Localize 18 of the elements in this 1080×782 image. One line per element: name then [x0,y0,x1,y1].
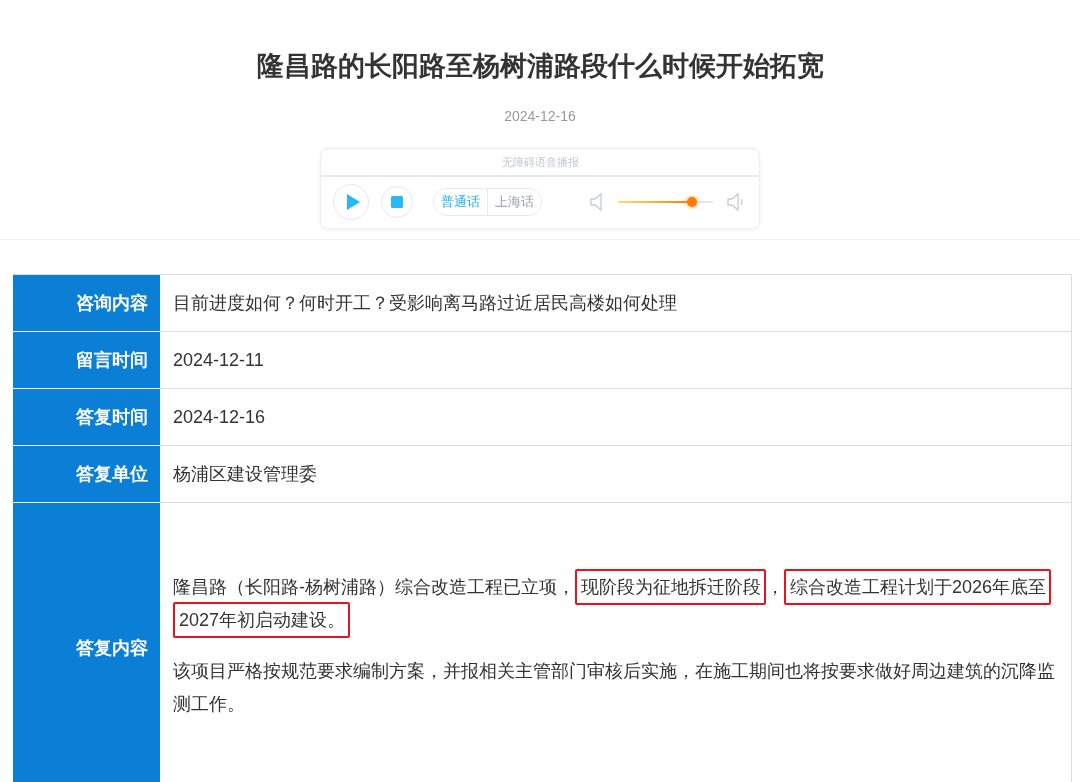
field-value: 2024-12-11 [160,332,1071,389]
volume-mute-icon[interactable] [590,192,604,212]
field-value: 目前进度如何？何时开工？受影响离马路过近居民高楼如何处理 [160,275,1071,332]
answer-paragraph: 该项目严格按规范要求编制方案，并报相关主管部门审核后实施，在施工期间也将按要求做好周边建筑的沉降监测工作。 [173,660,1056,716]
field-label: 答复内容 [13,503,160,782]
field-value: 杨浦区建设管理委 [160,446,1071,503]
article-title: 隆昌路的长阳路至杨树浦路段什么时候开始拓宽 [256,50,824,83]
language-tab[interactable]: 上海话 [487,189,541,215]
field-label: 留言时间 [13,332,160,389]
field-value: 2024-12-16 [160,389,1071,446]
publish-date: 2024-12-16 [504,108,576,124]
play-icon [344,193,361,211]
stop-button[interactable] [381,186,413,218]
field-label: 咨询内容 [13,275,160,332]
field-label: 答复时间 [13,389,160,446]
field-label: 答复单位 [13,446,160,503]
stop-icon [391,196,403,208]
play-button[interactable] [333,184,369,220]
